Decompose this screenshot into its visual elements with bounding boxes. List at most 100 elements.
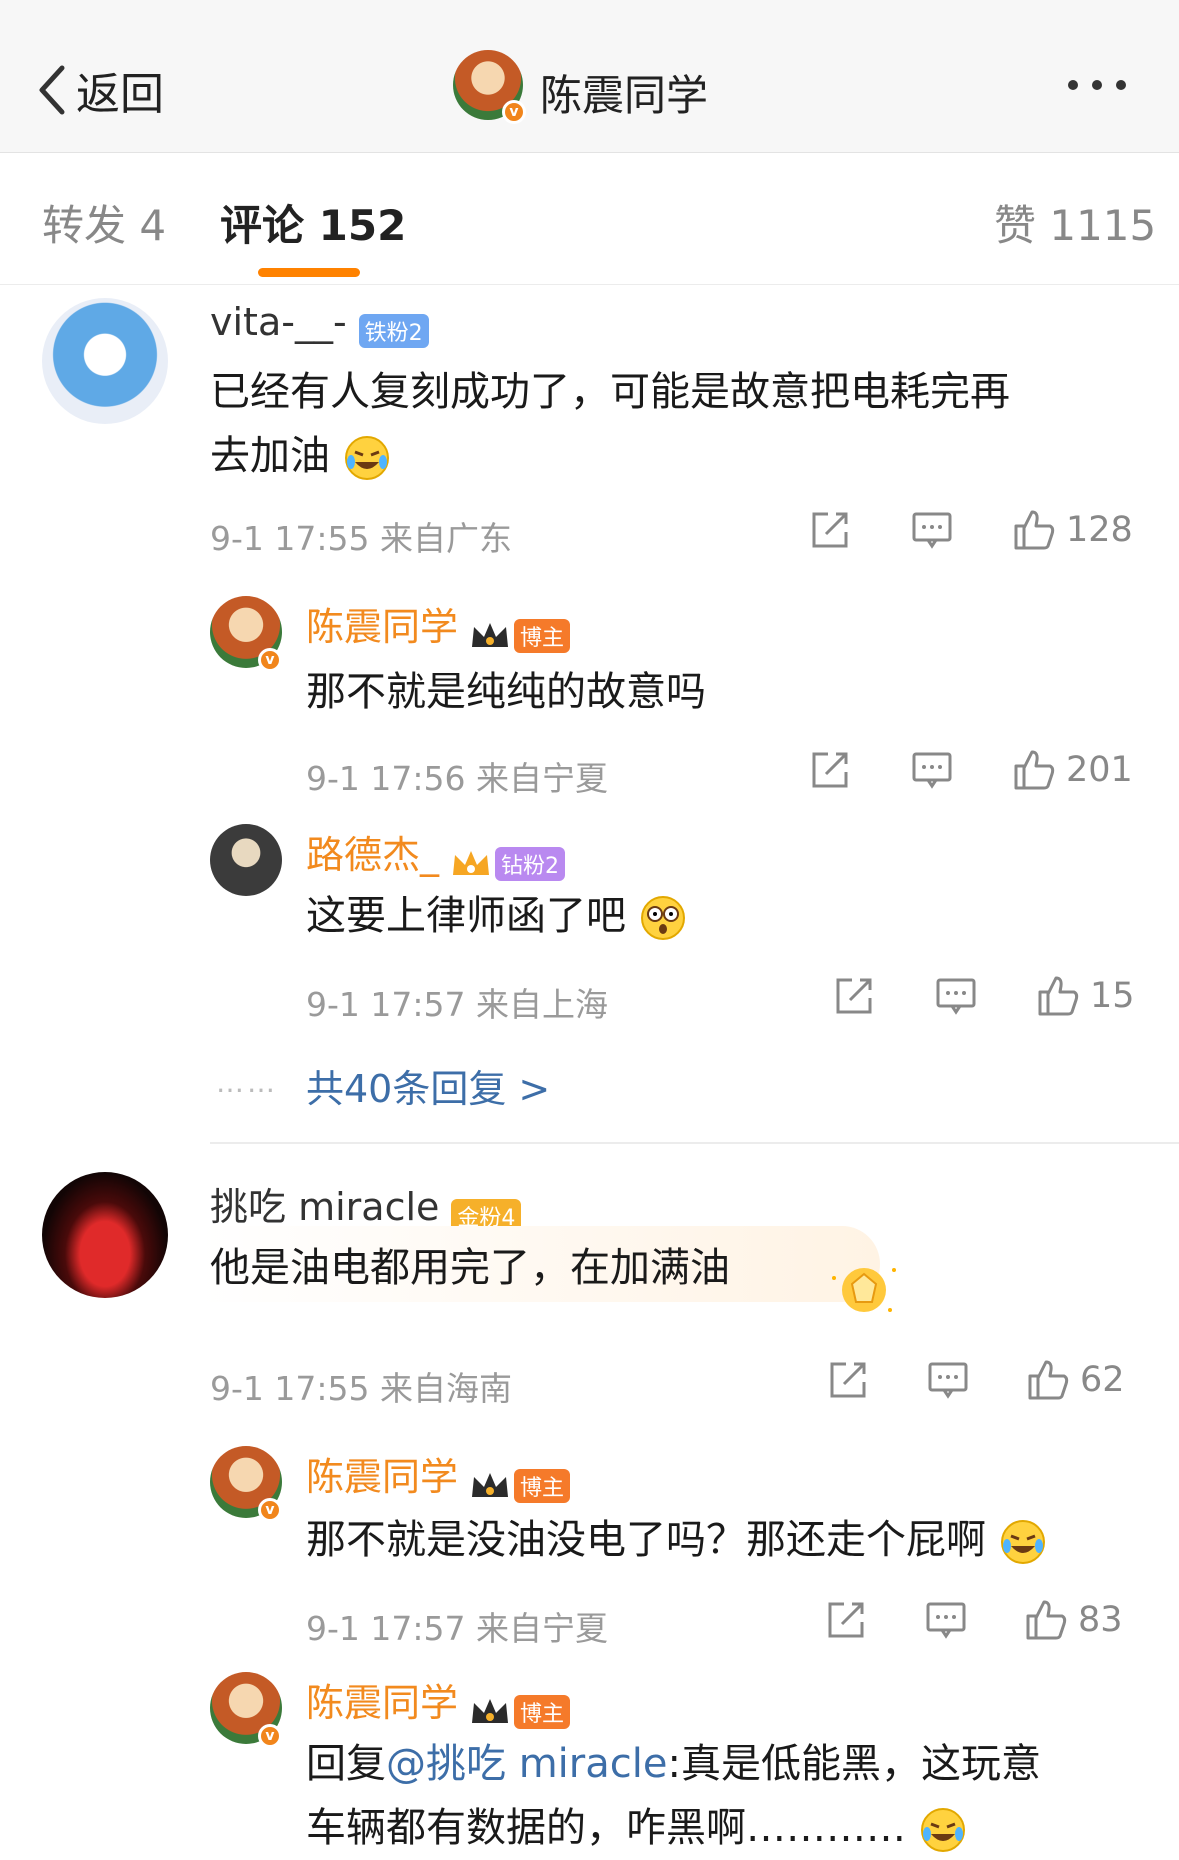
comment-icon[interactable]	[926, 1358, 970, 1402]
username[interactable]: vita-__-	[210, 300, 347, 344]
verified-badge-icon: v	[258, 1498, 282, 1522]
comment-icon[interactable]	[910, 508, 954, 552]
reply-text-content: 那不就是没油没电了吗？那还走个屁啊	[306, 1517, 986, 1563]
reply-text: 那不就是没油没电了吗？那还走个屁啊	[306, 1508, 1047, 1572]
active-tab-indicator	[258, 268, 360, 277]
reply-text-content: 这要上律师函了吧	[306, 893, 626, 939]
reply-text: 那不就是纯纯的故意吗	[306, 669, 706, 715]
laugh-cry-emoji-icon	[1000, 1520, 1045, 1564]
reply-text: 这要上律师函了吧	[306, 884, 687, 948]
reply-actions: 15	[832, 974, 1135, 1018]
comment-text: 他是油电都用完了，在加满油	[210, 1245, 730, 1291]
reply-actions: 201	[808, 748, 1133, 792]
comment-meta: 9-1 17:55 来自广东	[210, 519, 512, 558]
reply-prefix: 回复	[306, 1741, 386, 1787]
reply-line-text: :真是低能黑，这玩意	[667, 1741, 1041, 1787]
share-icon[interactable]	[824, 1598, 868, 1642]
like-count: 128	[1066, 510, 1133, 550]
crown-icon	[472, 1472, 509, 1497]
crown-icon	[472, 1698, 509, 1723]
like-count: 62	[1080, 1360, 1125, 1400]
like-button[interactable]: 83	[1024, 1598, 1123, 1642]
thumbs-up-icon	[1014, 510, 1055, 550]
username[interactable]: 陈震同学	[306, 605, 458, 649]
comment-header: 挑吃 miracle 金粉4	[210, 1176, 522, 1233]
crown-icon	[453, 850, 490, 875]
thumbs-up-icon	[1038, 976, 1079, 1016]
username[interactable]: 陈震同学	[306, 1455, 458, 1499]
more-replies-link[interactable]: 共40条回复 >	[306, 1058, 550, 1113]
reply-header: 陈震同学 博主	[306, 1446, 571, 1503]
like-button[interactable]: 128	[1012, 508, 1133, 552]
laugh-cry-emoji-icon	[344, 436, 389, 480]
comment-text: 已经有人复刻成功了，可能是故意把电耗完再 去加油	[210, 360, 1140, 488]
laugh-cry-emoji-icon	[920, 1808, 965, 1852]
like-button[interactable]: 15	[1036, 974, 1135, 1018]
share-icon[interactable]	[832, 974, 876, 1018]
reply-text: 回复@挑吃 miracle:真是低能黑，这玩意 车辆都有数据的，咋黑啊…………	[306, 1732, 1166, 1860]
comment-meta: 9-1 17:55 来自海南	[210, 1369, 512, 1408]
avatar[interactable]	[210, 824, 282, 896]
like-count: 83	[1078, 1600, 1123, 1640]
comment-icon[interactable]	[910, 748, 954, 792]
share-icon[interactable]	[826, 1358, 870, 1402]
dot-icon	[1092, 80, 1102, 90]
like-button[interactable]: 201	[1012, 748, 1133, 792]
verified-badge-icon: v	[502, 100, 526, 124]
mention-link[interactable]: @挑吃 miracle	[386, 1741, 667, 1787]
reply-meta: 9-1 17:57 来自上海	[306, 985, 608, 1024]
author-badge: 博主	[514, 1468, 571, 1503]
username[interactable]: 陈震同学	[306, 1681, 458, 1725]
username[interactable]: 路德杰_	[306, 833, 439, 877]
comment-divider	[210, 1142, 1179, 1144]
reply-header: 陈震同学 博主	[306, 1672, 571, 1729]
fan-badge: 钻粉2	[495, 846, 566, 881]
verified-badge-icon: v	[258, 1724, 282, 1748]
thumbs-up-icon	[1014, 750, 1055, 790]
comment-line: 已经有人复刻成功了，可能是故意把电耗完再	[210, 369, 1010, 415]
tab-repost[interactable]: 转发 4	[42, 192, 166, 253]
reply-header: 陈震同学 博主	[306, 596, 571, 653]
comment-icon[interactable]	[924, 1598, 968, 1642]
like-button[interactable]: 62	[1026, 1358, 1125, 1402]
like-count: 201	[1066, 750, 1133, 790]
username[interactable]: 挑吃 miracle	[210, 1185, 439, 1229]
tab-comment[interactable]: 评论 152	[220, 192, 406, 253]
comment-icon[interactable]	[934, 974, 978, 1018]
comment-header: vita-__- 铁粉2	[210, 300, 429, 348]
dot-icon	[1068, 80, 1078, 90]
share-icon[interactable]	[808, 508, 852, 552]
reply-line-2: 车辆都有数据的，咋黑啊…………	[306, 1796, 1166, 1860]
comment-actions: 62	[826, 1358, 1125, 1402]
share-icon[interactable]	[808, 748, 852, 792]
like-count: 15	[1090, 976, 1135, 1016]
reply-meta: 9-1 17:56 来自宁夏	[306, 759, 608, 798]
back-button[interactable]: 返回	[34, 58, 164, 122]
comment-line-text: 去加油	[210, 433, 330, 479]
comment-line-2: 去加油	[210, 424, 1140, 488]
avatar[interactable]	[42, 298, 168, 424]
reply-line-text: 车辆都有数据的，咋黑啊…………	[306, 1805, 906, 1851]
avatar[interactable]	[42, 1172, 168, 1298]
chevron-left-icon	[39, 65, 65, 115]
shocked-emoji-icon	[640, 896, 685, 940]
author-badge: 博主	[514, 618, 571, 653]
thumbs-up-icon	[1028, 1360, 1069, 1400]
fan-badge: 铁粉2	[358, 313, 429, 348]
page-title: 陈震同学	[540, 71, 709, 120]
crown-icon	[472, 622, 509, 647]
back-label: 返回	[76, 69, 164, 120]
thumbs-up-icon	[1026, 1600, 1067, 1640]
more-options-button[interactable]	[1068, 80, 1126, 90]
author-badge: 博主	[514, 1694, 571, 1729]
reply-header: 路德杰_ 钻粉2	[306, 824, 566, 881]
comment-actions: 128	[808, 508, 1133, 552]
tab-like[interactable]: 赞 1115	[994, 192, 1156, 253]
diamond-medal-icon	[832, 1268, 896, 1312]
verified-badge-icon: v	[258, 648, 282, 672]
ellipsis-icon: ……	[216, 1066, 278, 1099]
dot-icon	[1116, 80, 1126, 90]
reply-meta: 9-1 17:57 来自宁夏	[306, 1609, 608, 1648]
reply-actions: 83	[824, 1598, 1123, 1642]
reply-line: 回复@挑吃 miracle:真是低能黑，这玩意	[306, 1732, 1166, 1796]
